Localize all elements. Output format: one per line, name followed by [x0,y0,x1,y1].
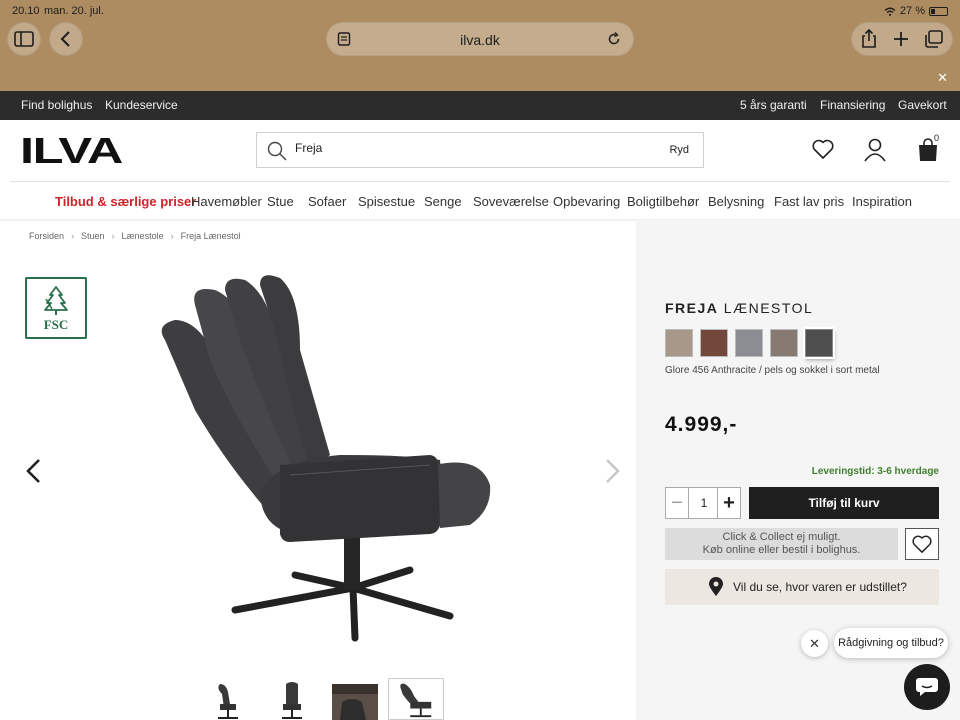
utility-link-find-store[interactable]: Find bolighus [21,98,92,112]
product-name: FREJA [665,300,719,316]
nav-item-lighting[interactable]: Belysning [708,194,764,209]
sidebar-icon [14,31,34,47]
tabs-icon[interactable] [924,30,944,48]
price: 4.999,- [665,413,738,436]
swatch-5-selected[interactable] [805,329,833,357]
browser-actions [851,22,953,56]
thumbnail-4[interactable] [388,678,444,720]
breadcrumb-current: Freja Lænestol [180,231,241,241]
variant-description: Glore 456 Anthracite / pels og sokkel i … [665,365,880,376]
search-input[interactable] [295,141,595,155]
chat-launcher-button[interactable] [904,664,950,710]
swatch-3[interactable] [735,329,763,357]
add-to-cart-button[interactable]: Tilføj til kurv [749,487,939,519]
thumbnail-3[interactable] [328,678,384,720]
chat-dismiss-button[interactable]: ✕ [801,630,828,657]
user-icon[interactable] [863,138,887,162]
site-header: ILVA Ryd 0 [0,120,960,182]
utility-link-financing[interactable]: Finansiering [820,98,885,112]
status-time: 20.10 [12,5,40,17]
gallery-next-arrow-icon[interactable] [604,458,622,484]
cart-count: 0 [934,133,940,143]
share-icon[interactable] [860,29,878,49]
nav-item-dining[interactable]: Spisestue [358,194,415,209]
status-date: man. 20. jul. [44,5,104,17]
click-collect-notice: Click & Collect ej muligt. Køb online el… [665,528,898,560]
breadcrumb-home[interactable]: Forsiden [29,231,64,241]
new-tab-icon[interactable] [893,31,909,47]
nav-item-storage[interactable]: Opbevaring [553,194,620,209]
nav-item-garden[interactable]: Havemøbler [191,194,262,209]
heart-icon[interactable] [811,138,835,160]
back-button[interactable] [49,22,83,56]
quantity-stepper: − 1 + [665,487,741,519]
quantity-value[interactable]: 1 [689,488,719,518]
product-title: FREJA LÆNESTOL [665,300,813,316]
sidebar-button[interactable] [7,22,41,56]
quantity-decrease-button[interactable]: − [666,488,689,518]
fsc-badge: FSC [25,277,87,339]
thumbnail-1[interactable] [200,678,256,720]
wifi-icon [884,7,896,16]
main-nav: Tilbud & særlige priser Havemøbler Stue … [10,181,950,219]
address-bar[interactable]: ilva.dk [326,22,634,56]
close-icon[interactable]: ✕ [937,70,948,86]
swatch-2[interactable] [700,329,728,357]
utility-bar: Find bolighus Kundeservice 5 års garanti… [0,91,960,120]
svg-text:ILVA: ILVA [20,136,122,164]
status-bar: 20.10 man. 20. jul. 27 % [12,5,948,19]
nav-item-sofas[interactable]: Sofaer [308,194,346,209]
nav-item-inspiration[interactable]: Inspiration [852,194,912,209]
swatch-4[interactable] [770,329,798,357]
click-collect-line-2: Køb online eller bestil i bolighus. [702,544,861,556]
search-clear-button[interactable]: Ryd [669,144,689,156]
battery-icon [929,6,948,16]
utility-link-giftcard[interactable]: Gavekort [898,98,947,112]
breadcrumb: Forsiden › Stuen › Lænestole › Freja Lænestol [29,231,241,241]
nav-item-offers[interactable]: Tilbud & særlige priser [55,194,196,209]
chat-prompt-bubble[interactable]: Rådgivning og tilbud? [834,628,948,658]
chevron-left-icon [60,31,70,47]
nav-item-living[interactable]: Stue [267,194,294,209]
status-right: 27 % [884,5,948,17]
swatch-1[interactable] [665,329,693,357]
search-box[interactable]: Ryd [256,132,704,168]
quantity-increase-button[interactable]: + [717,488,740,518]
url-text: ilva.dk [460,32,500,48]
heart-icon [912,535,932,553]
delivery-time: Leveringstid: 3-6 hverdage [811,466,939,477]
ilva-logo[interactable]: ILVA [20,136,122,164]
search-icon[interactable] [267,141,287,161]
nav-item-bedroom[interactable]: Soveværelse [473,194,549,209]
fsc-tree-icon: FSC [44,286,69,332]
chat-icon [916,678,938,696]
thumbnail-2[interactable] [264,678,320,720]
utility-link-customer-service[interactable]: Kundeservice [105,98,178,112]
breadcrumb-armchairs[interactable]: Lænestole [122,231,164,241]
breadcrumb-living[interactable]: Stuen [81,231,105,241]
breadcrumb-separator: › [71,231,75,241]
breadcrumb-separator: › [111,231,115,241]
nav-item-beds[interactable]: Senge [424,194,462,209]
showroom-text: Vil du se, hvor varen er udstillet? [733,580,907,594]
nav-item-fixed-low-price[interactable]: Fast lav pris [774,194,844,209]
product-image [161,275,491,642]
nav-item-accessories[interactable]: Boligtilbehør [627,194,699,209]
wishlist-button[interactable] [905,528,939,560]
product-type: LÆNESTOL [723,300,814,316]
browser-chrome: 20.10 man. 20. jul. 27 % ilva.dk ✕ [0,0,960,91]
location-pin-icon [709,577,723,596]
battery-percent: 27 % [899,5,925,17]
svg-text:FSC: FSC [44,317,69,332]
reload-icon[interactable] [607,32,621,46]
showroom-button[interactable]: Vil du se, hvor varen er udstillet? [665,569,939,605]
utility-link-warranty[interactable]: 5 års garanti [740,98,807,112]
gallery-prev-arrow-icon[interactable] [24,458,42,484]
breadcrumb-separator: › [170,231,174,241]
click-collect-line-1: Click & Collect ej muligt. [722,531,841,543]
